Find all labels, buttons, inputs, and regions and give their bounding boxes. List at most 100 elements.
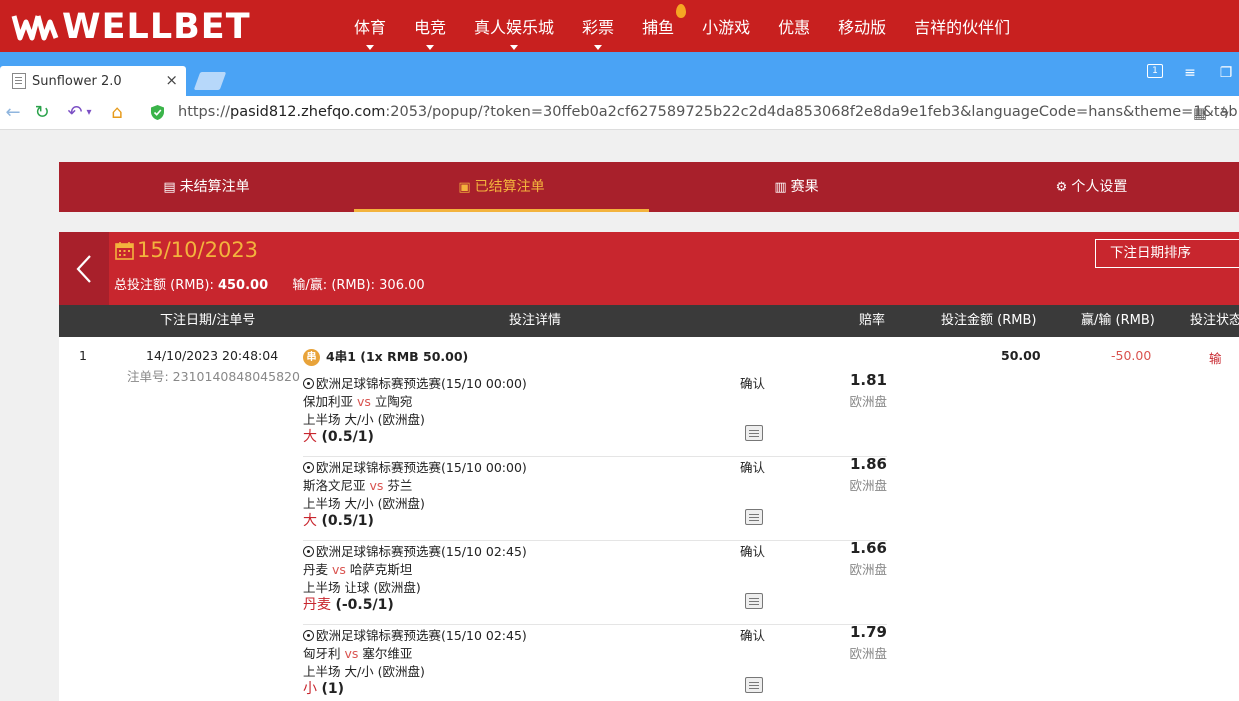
total-bet-label: 总投注额 (RMB):: [114, 278, 214, 293]
leg-league: 欧洲足球锦标赛预选赛(15/10 00:00): [303, 373, 527, 392]
chevron-down-icon[interactable]: ▾: [84, 102, 94, 124]
new-tab-button[interactable]: [193, 72, 227, 90]
detail-icon[interactable]: [745, 677, 763, 693]
win-loss-value: 306.00: [379, 278, 425, 293]
combo-line: 串 4串1 (1x RMB 50.00): [303, 346, 468, 366]
home-icon[interactable]: ⌂: [106, 102, 128, 124]
leg-league: 欧洲足球锦标赛预选赛(15/10 02:45): [303, 625, 527, 644]
home-team: 保加利亚: [303, 394, 354, 409]
window-icon[interactable]: ❐: [1217, 64, 1235, 82]
browser-tab-title: Sunflower 2.0: [32, 73, 122, 89]
leg-odds: 1.86: [849, 455, 887, 473]
nav-item-label: 真人娱乐城: [474, 18, 555, 37]
league-text: 欧洲足球锦标赛预选赛(15/10 02:45): [316, 628, 527, 643]
table-row: 1 14/10/2023 20:48:04 注单号: 2310140848045…: [59, 337, 1239, 701]
nav-item-label: 电竞: [414, 18, 447, 37]
refresh-icon[interactable]: ↻: [31, 102, 53, 124]
bet-number: 注单号: 2310140848045820: [127, 369, 300, 384]
secure-shield-icon: [151, 105, 164, 120]
leg-match: 丹麦 vs 哈萨克斯坦: [303, 559, 412, 578]
handicap-text: (-0.5/1): [335, 597, 394, 613]
unsettled-icon: ▤: [163, 180, 176, 195]
leg-league: 欧洲足球锦标赛预选赛(15/10 02:45): [303, 541, 527, 560]
browser-tab[interactable]: Sunflower 2.0 ×: [0, 66, 186, 96]
bet-datetime: 14/10/2023 20:48:04: [146, 348, 279, 363]
tab-counter-icon[interactable]: 1: [1147, 64, 1163, 78]
status-value: 输: [1209, 351, 1222, 366]
back-arrow-icon[interactable]: ←: [2, 102, 24, 124]
url-field[interactable]: https://pasid812.zhefqo.com:2053/popup/?…: [178, 104, 1239, 120]
leg-selection: 大 (0.5/1): [303, 426, 374, 446]
leg-odds-type: 欧洲盘: [849, 478, 887, 493]
caret-down-icon: [594, 45, 603, 50]
leg-odds: 1.81: [849, 371, 887, 389]
nav-item-3[interactable]: 彩票: [568, 0, 628, 52]
leg-status: 确认: [740, 544, 766, 559]
vs-label: vs: [357, 394, 371, 409]
detail-icon[interactable]: [745, 425, 763, 441]
logo-text: WELLBET: [62, 7, 251, 47]
nav-item-label: 移动版: [838, 18, 887, 37]
logo-mark-icon: [10, 10, 60, 44]
calendar-icon[interactable]: [115, 241, 134, 260]
col-status: 投注状态: [1190, 313, 1239, 328]
nav-item-8[interactable]: 吉祥的伙伴们: [900, 0, 1024, 52]
menu-icon[interactable]: ≡: [1181, 64, 1199, 82]
back-button[interactable]: [59, 232, 109, 305]
close-tab-icon[interactable]: ×: [165, 72, 178, 88]
win-loss-label: 输/赢: (RMB):: [292, 278, 376, 293]
leg-selection: 大 (0.5/1): [303, 510, 374, 530]
nav-item-label: 体育: [354, 18, 387, 37]
lightning-icon[interactable]: ϟ: [1214, 102, 1236, 124]
sort-select[interactable]: 下注日期排序: [1095, 239, 1239, 268]
home-team: 丹麦: [303, 562, 329, 577]
tab-label: 未结算注单: [179, 179, 250, 195]
tab-label: 已结算注单: [474, 179, 545, 195]
nav-item-2[interactable]: 真人娱乐城: [460, 0, 568, 52]
wellbet-logo[interactable]: WELLBET: [10, 9, 251, 45]
col-odds: 赔率: [859, 313, 886, 328]
leg-league: 欧洲足球锦标赛预选赛(15/10 00:00): [303, 457, 527, 476]
tab-3[interactable]: ⚙ 个人设置: [944, 162, 1239, 212]
parlay-badge-icon: 串: [303, 349, 320, 366]
leg-odds: 1.66: [849, 539, 887, 557]
soccer-ball-icon: [303, 630, 314, 641]
nav-item-1[interactable]: 电竞: [400, 0, 460, 52]
away-team: 立陶宛: [374, 394, 413, 409]
detail-icon[interactable]: [745, 509, 763, 525]
selection-text: 大: [303, 429, 317, 445]
leg-status: 确认: [740, 460, 766, 475]
leg-status: 确认: [740, 376, 766, 391]
nav-item-label: 捕鱼: [642, 18, 675, 37]
nav-item-label: 彩票: [582, 18, 615, 37]
detail-icon[interactable]: [745, 593, 763, 609]
handicap-text: (1): [321, 681, 344, 697]
nav-item-label: 吉祥的伙伴们: [914, 18, 1011, 37]
tab-0[interactable]: ▤ 未结算注单: [59, 162, 354, 212]
settled-icon: ▣: [458, 180, 471, 195]
away-team: 塞尔维亚: [362, 646, 413, 661]
undo-icon[interactable]: ↶: [64, 102, 86, 124]
nav-item-0[interactable]: 体育: [340, 0, 400, 52]
tab-1[interactable]: ▣ 已结算注单: [354, 162, 649, 212]
vs-label: vs: [332, 562, 346, 577]
qr-code-icon[interactable]: ▦: [1189, 102, 1211, 124]
site-header: WELLBET 体育 电竞 真人娱乐城 彩票 捕鱼 小游戏 优惠 移动版 吉祥的伙伴们: [0, 0, 1239, 52]
col-detail: 投注详情: [509, 313, 562, 328]
bet-history-tabs: ▤ 未结算注单 ▣ 已结算注单 ▥ 赛果 ⚙ 个人设置: [59, 162, 1239, 212]
tab-label: 赛果: [790, 179, 819, 195]
soccer-ball-icon: [303, 462, 314, 473]
nav-item-4[interactable]: 捕鱼: [628, 0, 688, 52]
col-winloss: 赢/输 (RMB): [1081, 313, 1155, 328]
nav-item-5[interactable]: 小游戏: [688, 0, 764, 52]
nav-item-label: 优惠: [778, 18, 811, 37]
nav-item-7[interactable]: 移动版: [824, 0, 900, 52]
address-bar: ← ↻ ↶ ▾ ⌂ https://pasid812.zhefqo.com:20…: [0, 96, 1239, 130]
tab-2[interactable]: ▥ 赛果: [649, 162, 944, 212]
leg-match: 保加利亚 vs 立陶宛: [303, 391, 412, 410]
main-nav: 体育 电竞 真人娱乐城 彩票 捕鱼 小游戏 优惠 移动版 吉祥的伙伴们: [340, 0, 1024, 52]
bet-leg: 欧洲足球锦标赛预选赛(15/10 02:45) 匈牙利 vs 塞尔维亚 上半场 大/…: [303, 623, 887, 701]
url-path: :2053/popup/?token=30ffeb0a2cf627589725b…: [385, 104, 1239, 120]
total-bet-value: 450.00: [217, 278, 269, 293]
nav-item-6[interactable]: 优惠: [764, 0, 824, 52]
